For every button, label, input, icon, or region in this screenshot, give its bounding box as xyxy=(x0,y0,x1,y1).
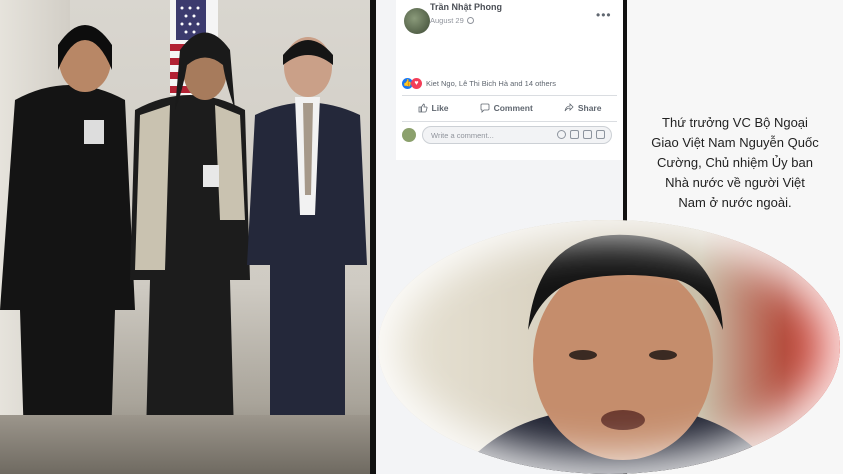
share-icon xyxy=(564,103,574,112)
comment-row: Write a comment... xyxy=(402,126,612,144)
share-label: Share xyxy=(577,103,602,113)
person-left xyxy=(0,25,135,474)
person-right xyxy=(247,37,367,474)
love-reaction-icon: ♥ xyxy=(411,78,422,89)
post-date[interactable]: August 29 xyxy=(430,16,474,25)
person-middle xyxy=(130,32,250,474)
comment-label: Comment xyxy=(493,103,533,113)
caption-line: Nhà nước về người Việt xyxy=(665,175,805,190)
reactions-text[interactable]: Kiet Ngo, Lê Thi Bich Hà and 14 others xyxy=(426,79,556,88)
post-date-text[interactable]: August 29 xyxy=(430,16,464,25)
photo-floor xyxy=(0,415,370,474)
like-label: Like xyxy=(431,103,449,113)
author-name[interactable]: Trần Nhật Phong xyxy=(430,2,502,12)
caption-line: Cường, Chủ nhiệm Ủy ban xyxy=(657,155,813,170)
camera-icon[interactable] xyxy=(570,130,579,139)
more-options-icon[interactable]: ••• xyxy=(596,8,612,22)
comment-input[interactable]: Write a comment... xyxy=(422,126,612,144)
group-photo xyxy=(0,0,370,474)
like-button[interactable]: Like xyxy=(418,100,449,116)
gif-icon[interactable] xyxy=(583,130,592,139)
separator xyxy=(402,121,617,122)
caption-line: Thứ trưởng VC Bộ Ngoại xyxy=(662,115,808,130)
sticker-icon[interactable] xyxy=(596,130,605,139)
caption-line: Nam ở nước ngoài. xyxy=(678,195,792,210)
vignette xyxy=(378,220,840,474)
reactions-summary[interactable]: 👍 ♥ Kiet Ngo, Lê Thi Bich Hà and 14 othe… xyxy=(402,78,556,89)
comment-button[interactable]: Comment xyxy=(480,100,533,116)
share-button[interactable]: Share xyxy=(564,100,602,116)
emoji-icon[interactable] xyxy=(557,130,566,139)
globe-icon xyxy=(466,17,474,24)
facebook-post-card: Trần Nhật Phong August 29 ••• 👍 ♥ Kiet N… xyxy=(396,0,623,160)
comment-input-icons xyxy=(557,130,605,139)
commenter-avatar xyxy=(402,128,416,142)
post-actions: Like Comment Share xyxy=(402,100,617,116)
author-avatar[interactable] xyxy=(404,8,430,34)
thumbs-up-icon xyxy=(418,103,427,113)
caption-text: Thứ trưởng VC Bộ Ngoại Giao Việt Nam Ngu… xyxy=(627,113,843,213)
comment-placeholder: Write a comment... xyxy=(431,131,494,140)
comment-icon xyxy=(480,103,489,113)
portrait-oval xyxy=(378,220,840,474)
separator xyxy=(402,95,617,96)
post-header xyxy=(404,8,430,34)
caption-line: Giao Việt Nam Nguyễn Quốc xyxy=(651,135,819,150)
